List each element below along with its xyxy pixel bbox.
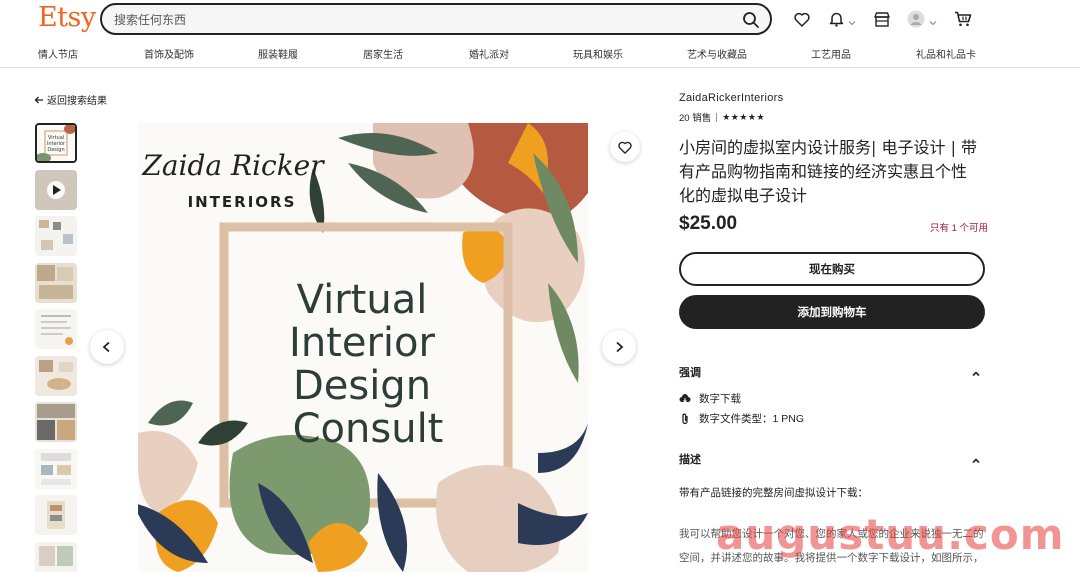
image-headline-line2: Interior [289,320,435,366]
brand-script-text: Zaida Ricker [141,149,325,182]
image-headline-line1: Virtual [297,277,428,323]
thumbnail-5[interactable] [35,309,77,349]
image-headline-line3: Design [293,363,431,409]
nav-item-toys[interactable]: 玩具和娱乐 [573,46,623,61]
stock-notice: 只有 1 个可用 [930,223,989,234]
chevron-right-icon [616,341,624,353]
rating-stars[interactable]: ★★★★★ [722,112,765,123]
price: $25.00 [679,213,738,234]
highlight-file-type: 数字文件类型：1 PNG [679,411,804,426]
add-to-cart-button[interactable]: 添加到购物车 [679,295,985,329]
chevron-down-icon[interactable] [848,14,856,26]
highlight-text-1: 数字下载 [699,393,741,405]
divider [716,112,718,122]
etsy-logo[interactable]: Etsy [38,2,96,33]
paperclip-icon [682,413,688,424]
account-chevron-down-icon[interactable] [929,14,937,26]
thumbnail-3[interactable] [35,216,77,256]
description-body: 我可以帮助您设计一个对您、您的家人或您的企业来说独一无二的空间，并讲述您的故事。… [679,528,984,564]
description-heading[interactable]: 描述 [679,451,701,467]
back-to-results-link[interactable]: 返回搜索结果 [34,92,107,107]
thumbnail-10[interactable] [35,542,77,572]
search-icon[interactable] [742,11,760,29]
buy-now-button[interactable]: 现在购买 [679,252,985,286]
back-link-label: 返回搜索结果 [47,96,107,107]
next-image-button[interactable] [602,330,636,364]
shop-manager-icon[interactable] [872,9,892,29]
notification-bell-icon[interactable] [826,9,846,29]
nav-item-art[interactable]: 艺术与收藏品 [687,46,747,61]
highlights-chevron-up-icon[interactable] [971,366,981,377]
shop-name-link[interactable]: ZaidaRickerInteriors [679,92,783,104]
thumbnail-4[interactable] [35,263,77,303]
heart-icon [618,141,632,154]
description-chevron-up-icon[interactable] [971,453,981,464]
nav-item-gifts[interactable]: 礼品和礼品卡 [916,46,976,61]
nav-item-valentines[interactable]: 情人节店 [38,46,78,61]
listing-title: 小房间的虚拟室内设计服务| 电子设计 | 带有产品购物指南和链接的经济实惠且个性… [679,138,978,205]
highlights-heading[interactable]: 强调 [679,364,701,380]
thumbnail-1[interactable]: Virtual Interior Design [35,123,77,163]
arrow-left-icon [34,96,43,103]
nav-item-jewelry[interactable]: 首饰及配饰 [144,46,194,61]
search-bar[interactable] [100,3,772,35]
svg-text:Design: Design [47,147,64,153]
nav-item-clothing[interactable]: 服装鞋履 [258,46,298,61]
main-listing-image[interactable]: Zaida Ricker INTERIORS Virtual Interior … [138,123,588,572]
highlight-digital-download: 数字下载 [679,391,741,406]
thumbnail-6[interactable] [35,356,77,396]
description-intro: 带有产品链接的完整房间虚拟设计下载： [679,487,868,499]
sales-count: 20 销售 [679,113,712,124]
favorites-heart-icon[interactable] [792,9,812,29]
nav-item-home[interactable]: 居家生活 [363,46,403,61]
cloud-download-icon [679,393,691,403]
favorite-button[interactable] [610,132,640,162]
search-input[interactable] [114,10,714,30]
avatar-icon[interactable] [906,9,926,29]
category-nav: 情人节店 首饰及配饰 服装鞋履 居家生活 婚礼派对 玩具和娱乐 艺术与收藏品 工… [0,44,1080,62]
thumbnail-7[interactable] [35,402,77,442]
sales-rating-row: 20 销售 ★★★★★ [679,110,765,125]
cart-icon[interactable] [953,9,973,29]
brand-caps-text: INTERIORS [188,193,297,211]
nav-item-craft[interactable]: 工艺用品 [811,46,851,61]
thumbnail-8[interactable] [35,449,77,489]
highlight-text-2: 数字文件类型：1 PNG [699,413,805,425]
image-headline-line4: Consult [293,406,444,452]
nav-item-wedding[interactable]: 婚礼派对 [469,46,509,61]
chevron-left-icon [102,341,110,353]
thumbnail-2-video[interactable] [35,170,77,210]
site-header: Etsy 情人节店 首饰及配饰 服装鞋履 居家生活 婚礼派对 玩具和娱乐 艺术与… [0,0,1080,68]
thumbnail-9[interactable] [35,495,77,535]
previous-image-button[interactable] [90,330,124,364]
